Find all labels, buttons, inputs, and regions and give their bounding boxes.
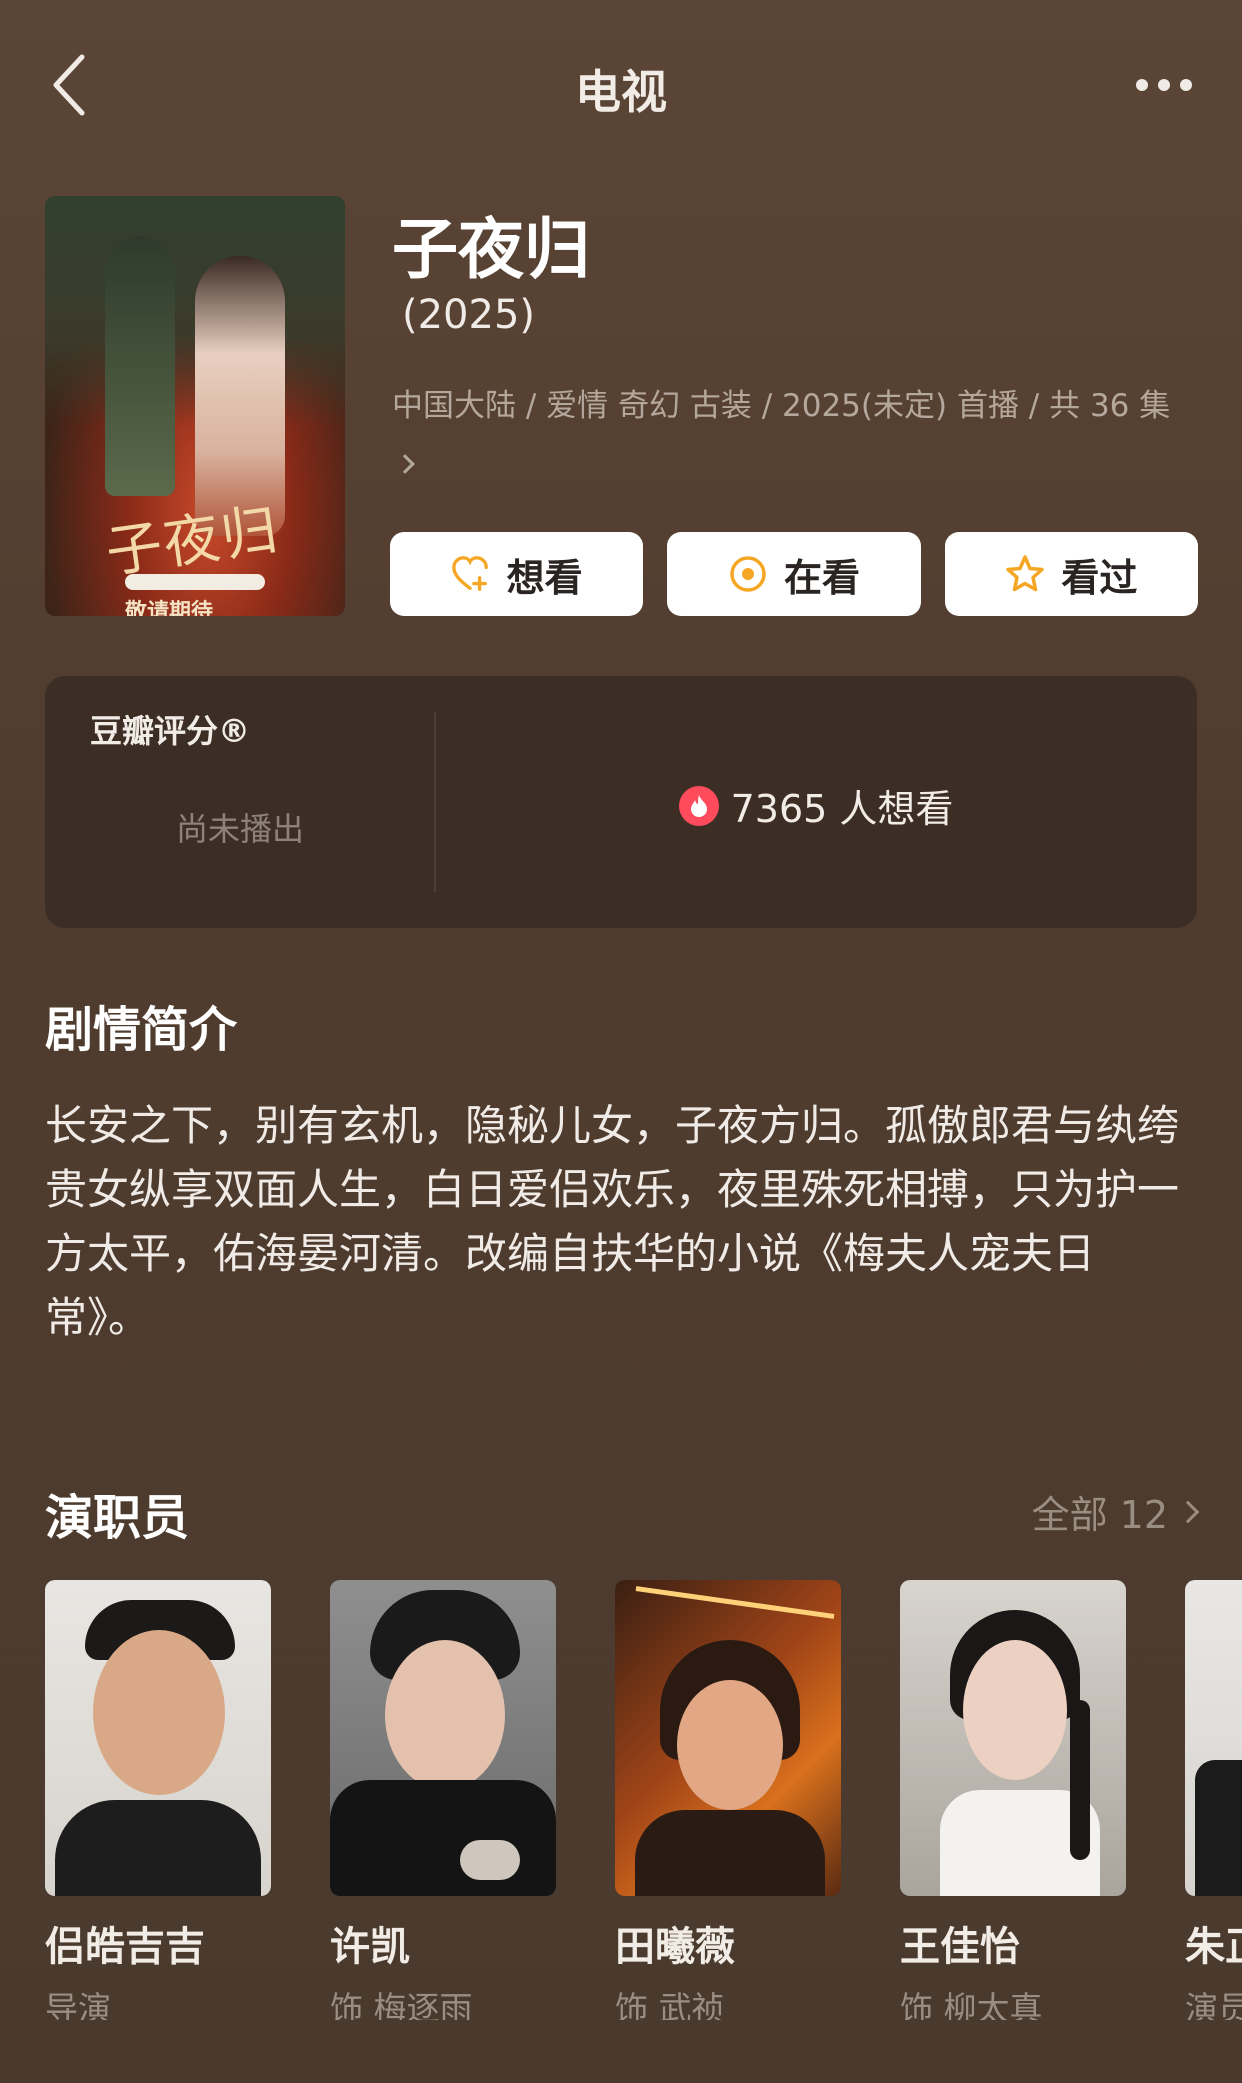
want-to-watch-button[interactable]: 想看: [390, 532, 644, 616]
chevron-right-icon: [395, 453, 415, 474]
cast-role: 演员: [1185, 1989, 1242, 2020]
cast-name: 田曦薇: [615, 1924, 735, 1970]
watched-button[interactable]: 看过: [944, 532, 1198, 616]
cast-heading: 演职员: [45, 1490, 190, 1546]
show-meta[interactable]: 中国大陆 / 爱情 奇幻 古装 / 2025(未定) 首播 / 共 36 集: [392, 378, 1182, 490]
cast-name: 王佳怡: [900, 1924, 1020, 1970]
action-buttons: 想看 在看 看过: [390, 532, 1198, 616]
cast-role: 饰 柳太真: [900, 1989, 1043, 2020]
cast-role: 饰 梅逐雨: [330, 1989, 473, 2020]
want-count: 7365 人想看: [435, 778, 1197, 833]
cast-role: 饰 武祯: [615, 1989, 725, 2020]
page-title: 电视: [575, 65, 667, 119]
show-year: (2025): [402, 292, 536, 338]
synopsis-text[interactable]: 长安之下，别有玄机，隐秘儿女，子夜方归。孤傲郎君与纨绔贵女纵享双面人生，白日爱侣…: [45, 1094, 1197, 1350]
cast-role: 导演: [45, 1989, 111, 2020]
want-to-watch-label: 想看: [506, 555, 583, 600]
cast-photo: [615, 1580, 841, 1896]
more-button[interactable]: [1126, 60, 1202, 110]
cast-photo: [900, 1580, 1126, 1896]
poster-tagline: 敬请期待: [125, 600, 214, 616]
more-dots-icon: [1136, 79, 1148, 91]
target-icon: [728, 554, 768, 594]
cast-photo: [45, 1580, 271, 1896]
cast-member[interactable]: 田曦薇 饰 武祯: [615, 1580, 841, 2020]
cast-member[interactable]: 朱正 演员: [1185, 1580, 1242, 2020]
see-all-cast-link[interactable]: 全部 12: [1031, 1484, 1200, 1539]
watching-button[interactable]: 在看: [667, 532, 921, 616]
rating-label: 豆瓣评分®: [90, 712, 251, 750]
cast-member[interactable]: 王佳怡 饰 柳太真: [900, 1580, 1126, 2020]
show-meta-text: 中国大陆 / 爱情 奇幻 古装 / 2025(未定) 首播 / 共 36 集: [392, 388, 1171, 424]
cast-photo: [330, 1580, 556, 1896]
cast-list: 侣皓吉吉 导演 许凯 饰 梅逐雨 田曦薇 饰 武祯 王佳怡 饰 柳太真 朱 演员: [45, 1580, 1242, 2020]
poster-image[interactable]: 子夜归 敬请期待: [45, 196, 345, 616]
rating-card[interactable]: 豆瓣评分® 尚未播出 7365 人想看: [45, 676, 1197, 928]
show-title: 子夜归: [392, 211, 590, 288]
rating-status: 尚未播出: [175, 810, 304, 848]
see-all-label: 全部 12: [1031, 1493, 1168, 1537]
fire-icon: [678, 785, 719, 826]
cast-name: 许凯: [330, 1924, 410, 1970]
cast-member[interactable]: 许凯 饰 梅逐雨: [330, 1580, 556, 2020]
cast-photo: [1185, 1580, 1242, 1896]
watching-label: 在看: [783, 555, 860, 600]
want-count-text: 7365 人想看: [730, 787, 954, 831]
cast-name: 朱正: [1185, 1924, 1242, 1970]
watched-label: 看过: [1061, 555, 1138, 600]
heart-plus-icon: [451, 554, 491, 594]
chevron-right-icon: [1176, 1500, 1200, 1523]
top-bar: 电视: [0, 0, 1242, 170]
cast-member[interactable]: 侣皓吉吉 导演: [45, 1580, 271, 2020]
cast-name: 侣皓吉吉: [45, 1924, 205, 1970]
star-icon: [1005, 554, 1045, 594]
synopsis-heading: 剧情简介: [45, 1002, 238, 1058]
